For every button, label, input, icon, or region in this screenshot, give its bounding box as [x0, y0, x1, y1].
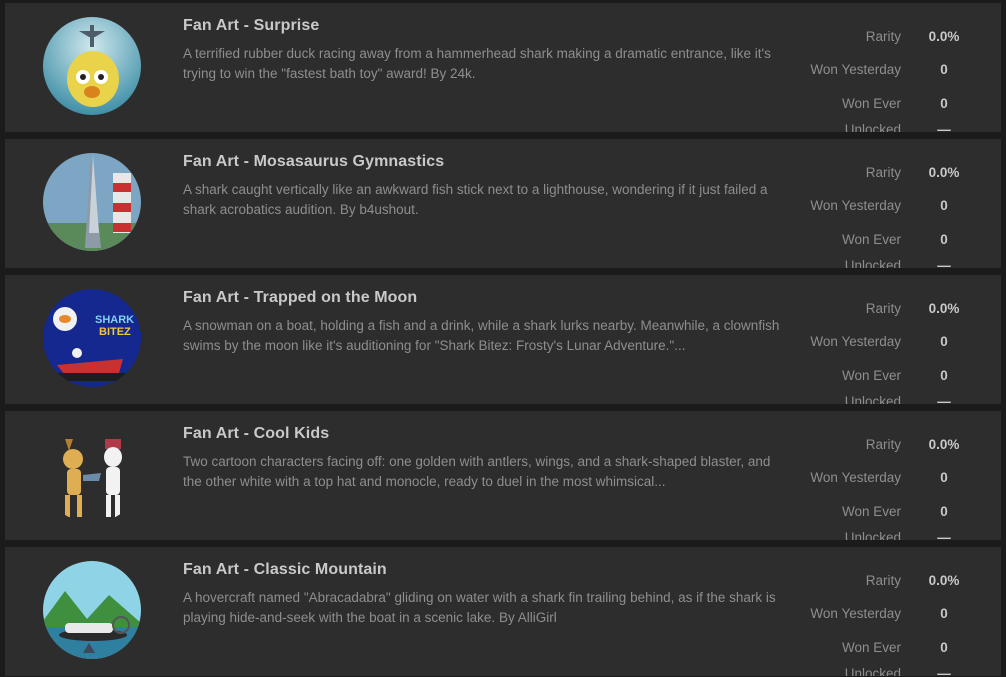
unlocked-value: —: [937, 666, 951, 676]
achievement-card[interactable]: Fan Art - Cool Kids Two cartoon characte…: [5, 411, 1001, 540]
won-ever-label: Won Ever: [841, 96, 901, 111]
rarity-label: Rarity: [865, 437, 901, 452]
rarity-value: 0.0%: [928, 165, 960, 180]
achievement-card[interactable]: SHARK BITEZ Fan Art - Trapped on the Moo…: [5, 275, 1001, 404]
achievement-title: Fan Art - Surprise: [183, 17, 320, 34]
unlocked-label: Unlocked: [844, 394, 901, 404]
achievement-description: A snowman on a boat, holding a fish and …: [183, 318, 780, 353]
rarity-label: Rarity: [865, 573, 901, 588]
won-yesterday-value: 0: [940, 198, 948, 213]
rarity-label: Rarity: [865, 29, 901, 44]
won-yesterday-label: Won Yesterday: [810, 62, 901, 77]
unlocked-value: —: [937, 258, 951, 268]
shark-lighthouse-image: [43, 153, 141, 251]
rubber-duck-shark-image: [43, 17, 141, 115]
won-ever-label: Won Ever: [841, 368, 901, 383]
won-ever-value: 0: [940, 504, 948, 519]
achievement-card[interactable]: Fan Art - Classic Mountain A hovercraft …: [5, 547, 1001, 676]
hovercraft-mountain-image: [43, 561, 141, 659]
unlocked-label: Unlocked: [844, 258, 901, 268]
achievement-list: Fan Art - Surprise A terrified rubber du…: [0, 0, 1006, 677]
unlocked-value: —: [937, 122, 951, 132]
achievement-title: Fan Art - Classic Mountain: [183, 561, 387, 578]
cartoon-characters-image: [43, 425, 141, 523]
unlocked-value: —: [937, 530, 951, 540]
won-yesterday-label: Won Yesterday: [810, 606, 901, 621]
unlocked-label: Unlocked: [844, 122, 901, 132]
rarity-label: Rarity: [865, 301, 901, 316]
achievement-title: Fan Art - Mosasaurus Gymnastics: [183, 153, 445, 170]
won-yesterday-value: 0: [940, 334, 948, 349]
won-yesterday-value: 0: [940, 606, 948, 621]
won-yesterday-value: 0: [940, 470, 948, 485]
achievement-description: A hovercraft named "Abracadabra" gliding…: [183, 590, 776, 625]
achievement-description: A terrified rubber duck racing away from…: [183, 46, 771, 81]
achievement-description: Two cartoon characters facing off: one g…: [183, 454, 771, 489]
rarity-value: 0.0%: [928, 301, 960, 316]
won-yesterday-label: Won Yesterday: [810, 334, 901, 349]
rarity-value: 0.0%: [928, 29, 960, 44]
achievement-title: Fan Art - Cool Kids: [183, 425, 330, 442]
won-yesterday-value: 0: [940, 62, 948, 77]
won-ever-label: Won Ever: [841, 232, 901, 247]
won-ever-value: 0: [940, 96, 948, 111]
unlocked-label: Unlocked: [844, 530, 901, 540]
achievement-card[interactable]: Fan Art - Mosasaurus Gymnastics A shark …: [5, 139, 1001, 268]
achievement-description: A shark caught vertically like an awkwar…: [183, 182, 768, 217]
won-ever-value: 0: [940, 640, 948, 655]
won-ever-label: Won Ever: [841, 640, 901, 655]
won-yesterday-label: Won Yesterday: [810, 470, 901, 485]
rarity-value: 0.0%: [928, 437, 960, 452]
won-ever-label: Won Ever: [841, 504, 901, 519]
thumb-title-line-2: BITEZ: [99, 326, 131, 338]
won-ever-value: 0: [940, 368, 948, 383]
achievement-title: Fan Art - Trapped on the Moon: [183, 289, 418, 306]
won-ever-value: 0: [940, 232, 948, 247]
rarity-label: Rarity: [865, 165, 901, 180]
rarity-value: 0.0%: [928, 573, 960, 588]
won-yesterday-label: Won Yesterday: [810, 198, 901, 213]
shark-bitez-moon-image: SHARK BITEZ: [43, 289, 141, 387]
thumb-title-line-1: SHARK: [95, 314, 134, 326]
unlocked-value: —: [937, 394, 951, 404]
unlocked-label: Unlocked: [844, 666, 901, 676]
achievement-card[interactable]: Fan Art - Surprise A terrified rubber du…: [5, 3, 1001, 132]
